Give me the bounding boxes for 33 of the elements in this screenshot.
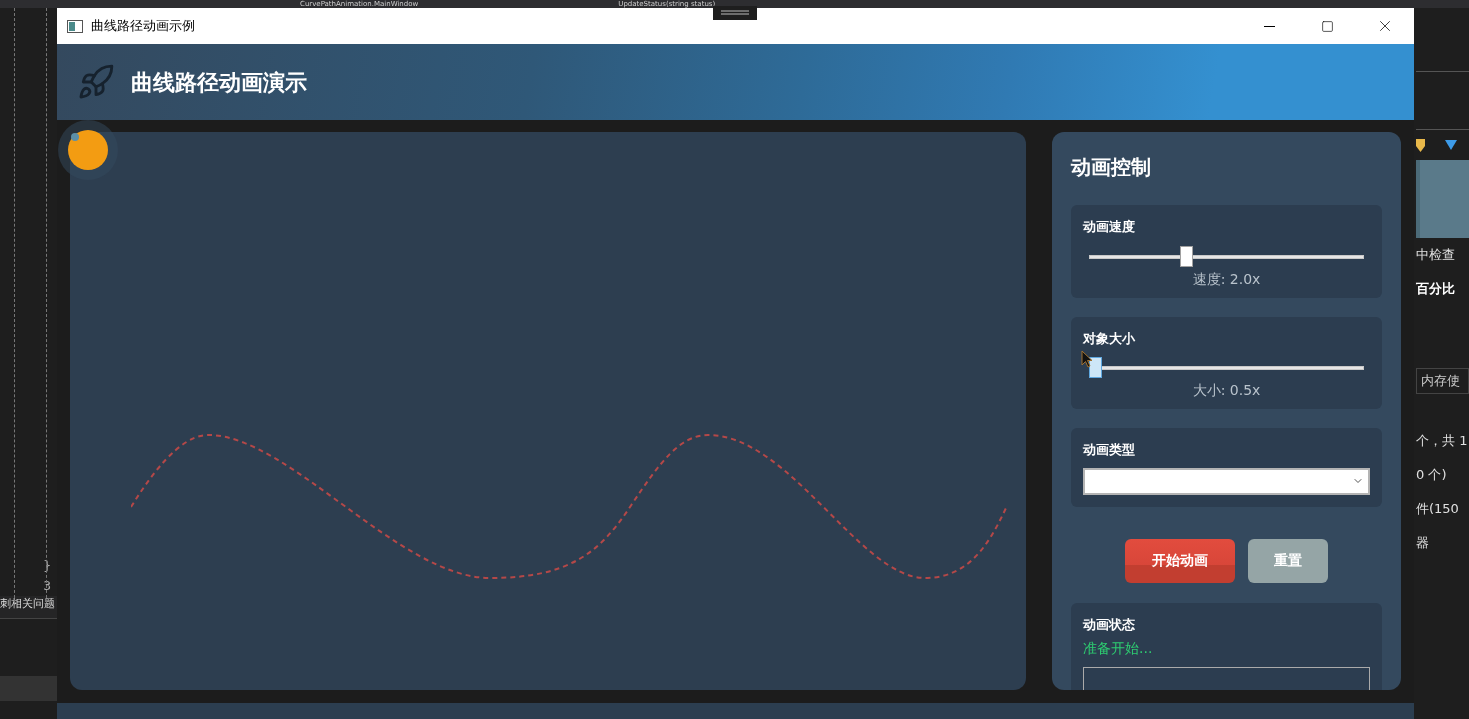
slider-label: 动画速度 [1083,218,1136,236]
slider[interactable] [1089,356,1364,380]
select-label: 动画类型 [1083,441,1136,459]
slider[interactable] [1089,244,1364,269]
panel-text: 件(150 [1416,500,1460,519]
maximize-icon [1320,19,1334,33]
window-title: 曲线路径动画示例 [91,17,195,36]
panel-text: 中检查 [1416,246,1456,265]
animation-type-select[interactable] [1083,467,1370,495]
triangle-icon [1445,140,1457,150]
code-line: 3 [43,577,52,595]
slider-thumb[interactable] [1089,357,1102,378]
minimize-icon [1263,25,1275,27]
slider-thumb[interactable] [1179,245,1193,267]
shield-icon [1416,138,1425,152]
moving-ball [56,118,120,182]
panel-title: 动画控制 [1071,154,1152,181]
grip-handle-icon [713,6,757,20]
app-title: 曲线路径动画演示 [131,68,307,97]
mouse-cursor-icon [1081,350,1093,368]
panel-tab[interactable]: 内存使 [1416,368,1469,394]
panel-text: 器 [1416,534,1430,553]
slider-reading: 速度: 2.0x [1191,269,1262,289]
status-label: 动画状态 [1083,615,1136,634]
rocket-icon [77,63,115,101]
slider-label: 对象大小 [1083,329,1136,348]
status-message: 准备开始... [1083,639,1154,658]
slider-reading: 大小: 0.5x [1191,381,1262,400]
panel-text: 百分比 [1416,280,1456,299]
start-button[interactable]: 开始动画 [1125,538,1235,583]
app-icon [67,19,83,33]
panel-text: 0 个) [1416,466,1448,485]
panel-text: 个，共 1 [1416,432,1469,451]
